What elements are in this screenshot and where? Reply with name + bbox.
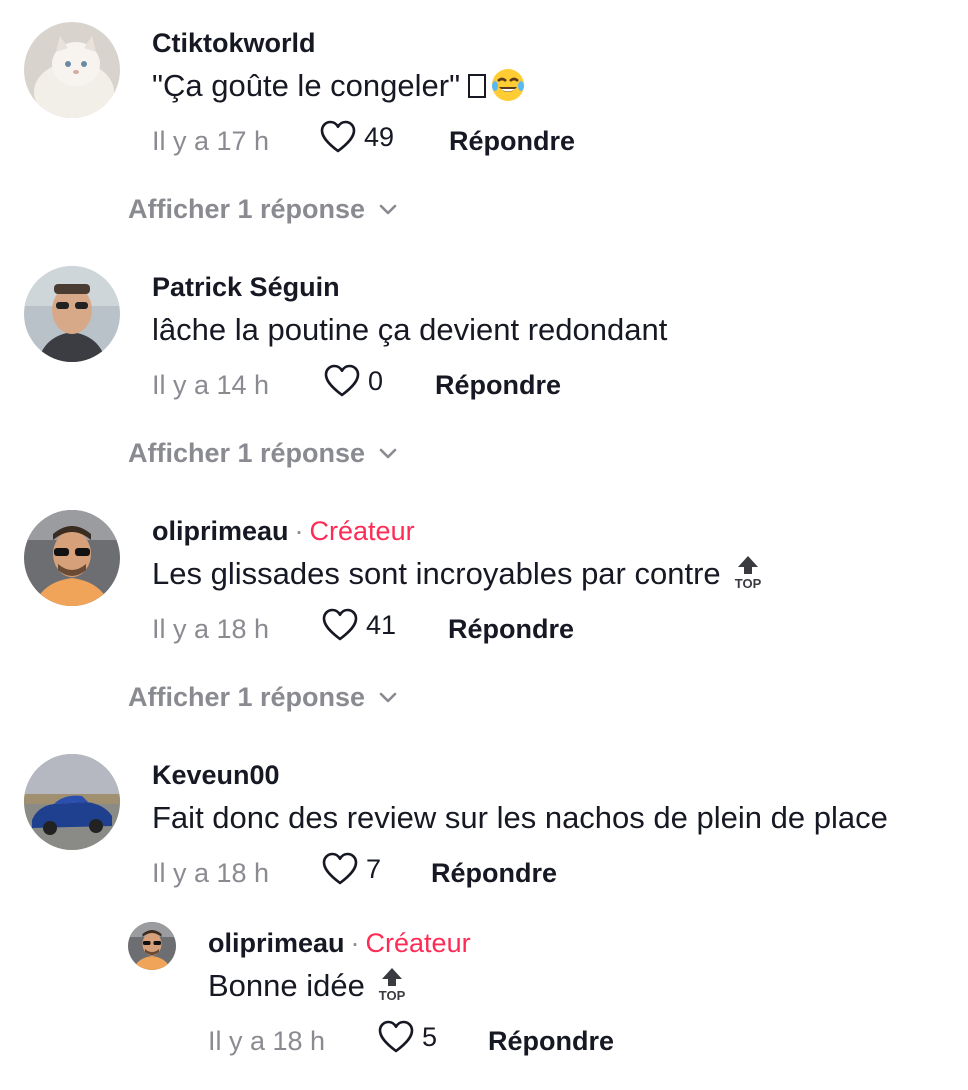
comment-text: "Ça goûte le congeler"	[152, 68, 526, 106]
like-count: 49	[364, 121, 395, 152]
top-arrow-icon: TOP	[377, 966, 407, 1002]
comment-text: lâche la poutine ça devient redondant	[152, 312, 668, 347]
creator-badge: Créateur	[365, 928, 471, 958]
comment-timestamp: Il y a 17 h	[152, 126, 270, 156]
separator-dot: ·	[350, 928, 360, 958]
reply-button[interactable]: Répondre	[448, 614, 574, 645]
like-count: 41	[366, 609, 397, 640]
top-arrow-icon: TOP	[733, 554, 763, 590]
comment-text: Fait donc des review sur les nachos de p…	[152, 800, 888, 835]
reply-text: Bonne idée TOP	[208, 966, 407, 1006]
comment-text-content: "Ça goûte le congeler"	[152, 68, 461, 103]
avatar[interactable]	[24, 510, 120, 606]
heart-icon	[378, 1020, 414, 1053]
tears-of-joy-emoji-icon	[490, 67, 526, 103]
like-button[interactable]: 7	[322, 852, 381, 886]
top-label: TOP	[379, 988, 406, 1002]
comment-username[interactable]: Ctiktokworld	[152, 28, 316, 59]
view-replies-button[interactable]: Afficher 1 réponse	[128, 682, 397, 713]
chevron-down-icon	[379, 692, 397, 702]
like-count: 0	[368, 365, 384, 396]
comment-text: Les glissades sont incroyables par contr…	[152, 554, 763, 594]
like-button[interactable]: 5	[378, 1020, 437, 1054]
view-replies-label: Afficher 1 réponse	[128, 194, 366, 224]
comment-username: oliprimeau · Créateur	[152, 516, 415, 547]
avatar[interactable]	[24, 266, 120, 362]
view-replies-button[interactable]: Afficher 1 réponse	[128, 438, 397, 469]
comment-timestamp: Il y a 14 h	[152, 370, 270, 400]
reply-button[interactable]: Répondre	[431, 858, 557, 889]
reply-timestamp: Il y a 18 h	[208, 1026, 326, 1056]
comment-timestamp: Il y a 18 h	[152, 858, 270, 888]
reply-button[interactable]: Répondre	[449, 126, 575, 157]
reply-text-content: Bonne idée	[208, 968, 365, 1003]
creator-badge: Créateur	[309, 516, 415, 546]
like-button[interactable]: 49	[320, 120, 394, 154]
reply-button[interactable]: Répondre	[435, 370, 561, 401]
heart-icon	[320, 120, 356, 153]
view-replies-label: Afficher 1 réponse	[128, 438, 366, 468]
heart-icon	[324, 364, 360, 397]
view-replies-label: Afficher 1 réponse	[128, 682, 366, 712]
like-count: 5	[422, 1021, 438, 1052]
like-button[interactable]: 41	[322, 608, 396, 642]
comment-text-content: Les glissades sont incroyables par contr…	[152, 556, 721, 591]
reply-username-text[interactable]: oliprimeau	[208, 928, 345, 958]
avatar[interactable]	[24, 754, 120, 850]
avatar[interactable]	[128, 922, 176, 970]
comment-username[interactable]: Patrick Séguin	[152, 272, 340, 303]
like-count: 7	[366, 853, 382, 884]
top-label: TOP	[734, 576, 761, 590]
separator-dot: ·	[294, 516, 304, 546]
chevron-down-icon	[379, 448, 397, 458]
comment-username[interactable]: Keveun00	[152, 760, 280, 791]
view-replies-button[interactable]: Afficher 1 réponse	[128, 194, 397, 225]
missing-glyph-icon	[468, 73, 487, 98]
heart-icon	[322, 608, 358, 641]
comment-username-text[interactable]: oliprimeau	[152, 516, 289, 546]
like-button[interactable]: 0	[324, 364, 383, 398]
avatar[interactable]	[24, 22, 120, 118]
reply-button[interactable]: Répondre	[488, 1026, 614, 1057]
comment-timestamp: Il y a 18 h	[152, 614, 270, 644]
chevron-down-icon	[379, 204, 397, 214]
heart-icon	[322, 852, 358, 885]
reply-username: oliprimeau · Créateur	[208, 928, 471, 959]
